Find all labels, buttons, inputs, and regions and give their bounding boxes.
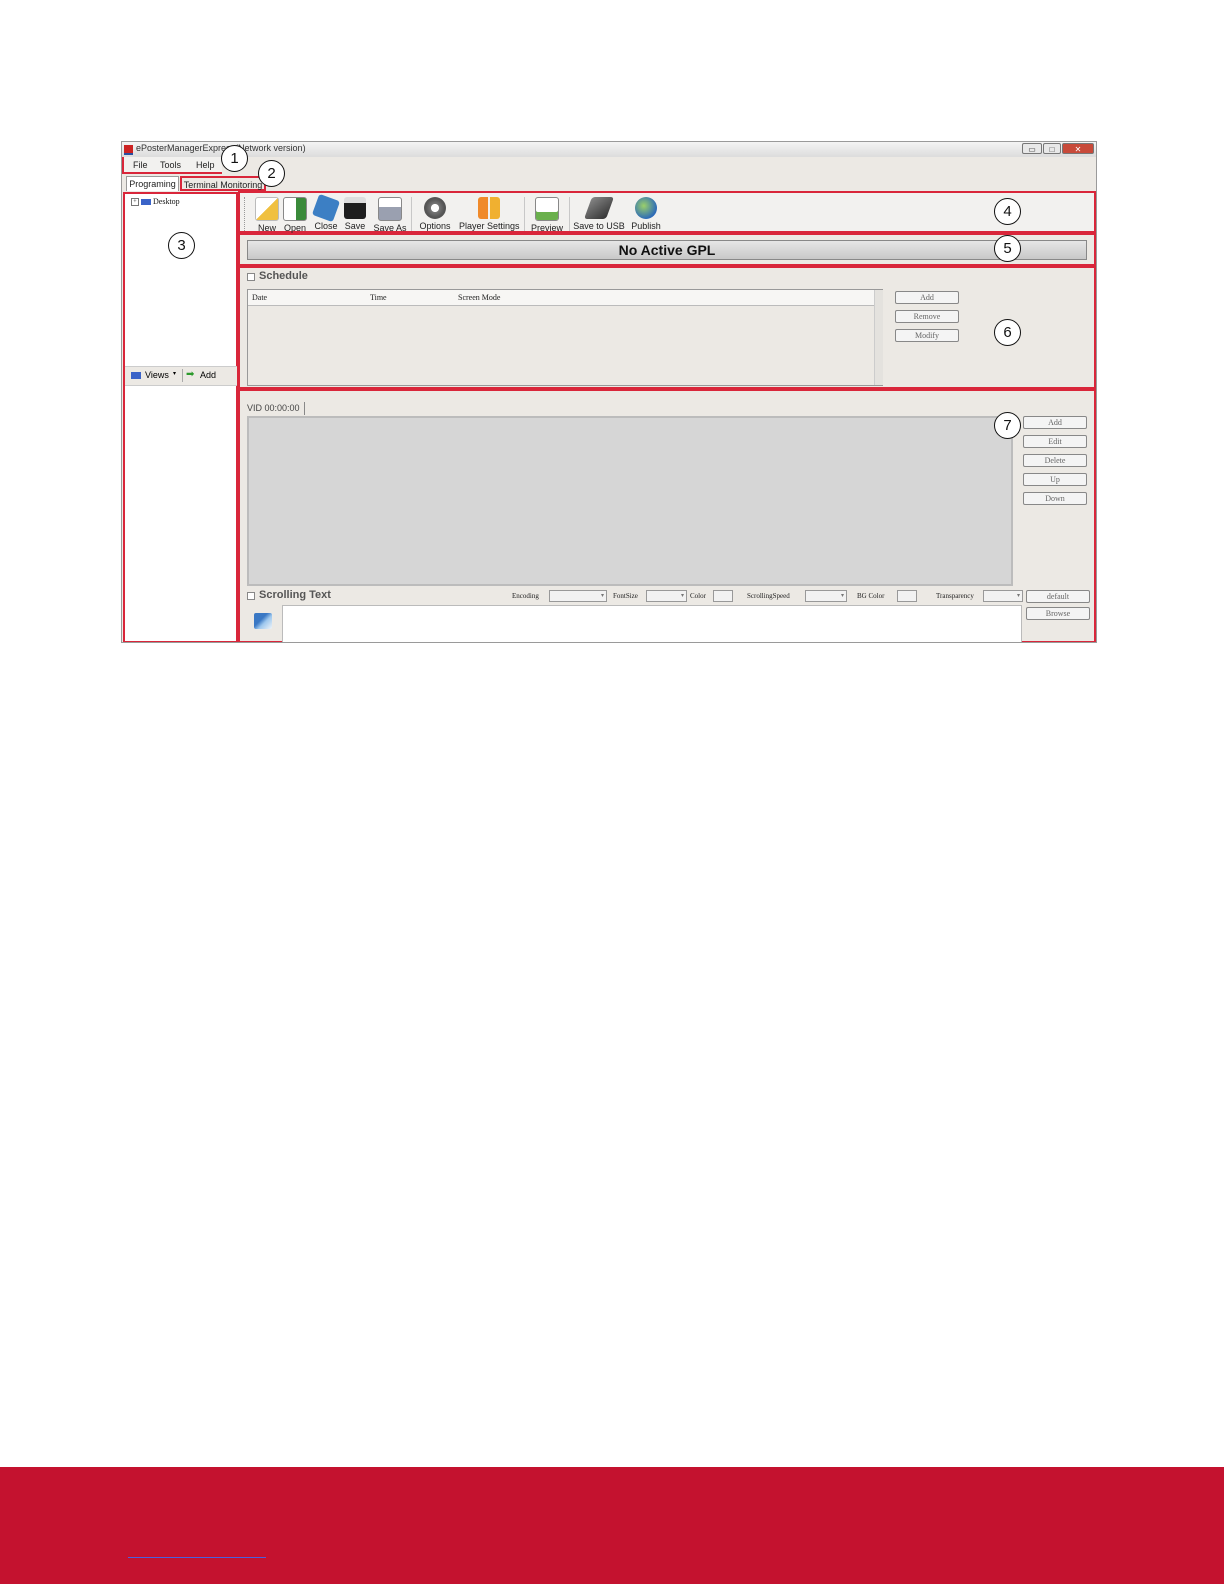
title-bar: ePosterManagerExpress(Network version) ▭…: [122, 142, 1096, 157]
schedule-table[interactable]: Date Time Screen Mode: [247, 289, 883, 386]
callout-1: 1: [221, 145, 248, 172]
menu-tools[interactable]: Tools: [160, 160, 181, 170]
callout-5: 5: [994, 235, 1021, 262]
publish-button[interactable]: Publish: [621, 195, 671, 233]
options-label: Options: [419, 221, 451, 231]
views-separator: [182, 369, 183, 382]
bg-color-label: BG Color: [857, 592, 885, 600]
minimize-button[interactable]: ▭: [1022, 143, 1042, 154]
publish-label: Publish: [631, 221, 661, 231]
tree-expand-toggle[interactable]: +: [131, 198, 139, 207]
content-up-button[interactable]: Up: [1023, 473, 1087, 486]
add-arrow-icon: ➡: [186, 369, 195, 380]
app-window: ePosterManagerExpress(Network version) ▭…: [121, 141, 1097, 643]
callout-2: 2: [258, 160, 285, 187]
fontsize-label: FontSize: [613, 592, 638, 600]
desktop-icon: [141, 199, 151, 206]
color-picker[interactable]: [713, 590, 733, 602]
left-panel: + Desktop Views ▾ ➡ Add: [123, 192, 238, 642]
fontsize-select[interactable]: ▾: [646, 590, 687, 602]
schedule-scrollbar[interactable]: [874, 290, 883, 385]
gpl-status-section: No Active GPL: [238, 233, 1096, 266]
add-view-button[interactable]: Add: [200, 370, 216, 380]
views-bar: Views ▾ ➡ Add: [125, 366, 237, 386]
gpl-status-bar: No Active GPL: [247, 240, 1087, 260]
save-to-usb-label: Save to USB: [573, 221, 625, 231]
tab-vid[interactable]: VID 00:00:00: [247, 402, 305, 415]
player-settings-label: Player Settings: [459, 221, 520, 231]
options-button[interactable]: Options: [410, 195, 460, 233]
chevron-down-icon: ▾: [173, 371, 177, 377]
transparency-select[interactable]: ▾: [983, 590, 1023, 602]
content-add-button[interactable]: Add: [1023, 416, 1087, 429]
save-as-icon: [378, 197, 402, 221]
menu-help[interactable]: Help: [196, 160, 215, 170]
schedule-modify-button[interactable]: Modify: [895, 329, 959, 342]
tab-programing[interactable]: Programing: [126, 176, 179, 191]
default-button[interactable]: default: [1026, 590, 1090, 603]
callout-6: 6: [994, 319, 1021, 346]
preview-button[interactable]: Preview: [522, 195, 572, 233]
transparency-label: Transparency: [936, 592, 974, 600]
bg-color-picker[interactable]: [897, 590, 917, 602]
views-dropdown[interactable]: Views: [145, 370, 169, 380]
schedule-checkbox[interactable]: [247, 273, 255, 281]
column-header-time[interactable]: Time: [370, 293, 387, 302]
tab-terminal-monitoring[interactable]: Terminal Monitoring: [180, 176, 266, 191]
scrolling-text-input[interactable]: [282, 605, 1022, 642]
schedule-label: Schedule: [259, 270, 308, 282]
text-style-icon[interactable]: [254, 613, 272, 629]
browse-button[interactable]: Browse: [1026, 607, 1090, 620]
scrolling-text-label: Scrolling Text: [259, 589, 331, 601]
footer-link-underline: [128, 1557, 266, 1558]
save-to-usb-button[interactable]: Save to USB: [571, 195, 627, 233]
maximize-button[interactable]: □: [1043, 143, 1061, 154]
callout-7: 7: [994, 412, 1021, 439]
callout-4: 4: [994, 198, 1021, 225]
player-settings-button[interactable]: Player Settings: [459, 195, 520, 233]
column-header-screen-mode[interactable]: Screen Mode: [458, 293, 500, 302]
scrolling-speed-select[interactable]: ▾: [805, 590, 847, 602]
scrolling-text-checkbox[interactable]: [247, 592, 255, 600]
globe-icon: [635, 197, 657, 219]
video-playlist-area[interactable]: [247, 416, 1013, 586]
scrolling-speed-label: ScrollingSpeed: [747, 592, 790, 600]
encoding-select[interactable]: ▾: [549, 590, 607, 602]
content-section: VID 00:00:00 Add Edit Delete Up Down Scr…: [238, 389, 1096, 642]
save-as-label: Save As: [373, 223, 407, 233]
content-edit-button[interactable]: Edit: [1023, 435, 1087, 448]
page-footer-band: [0, 1467, 1224, 1584]
callout-3: 3: [168, 232, 195, 259]
views-icon: [131, 372, 141, 379]
usb-icon: [583, 197, 615, 219]
gear-icon: [424, 197, 446, 219]
content-down-button[interactable]: Down: [1023, 492, 1087, 505]
tree-item-desktop[interactable]: Desktop: [153, 197, 180, 206]
save-as-button[interactable]: Save As: [365, 195, 415, 233]
color-label: Color: [690, 592, 706, 600]
schedule-section: Schedule Date Time Screen Mode Add Remov…: [238, 266, 1096, 389]
schedule-table-header: [248, 290, 874, 306]
menu-file[interactable]: File: [133, 160, 148, 170]
toolbar-separator: [569, 197, 570, 231]
save-icon: [344, 197, 366, 219]
schedule-remove-button[interactable]: Remove: [895, 310, 959, 323]
preview-icon: [535, 197, 559, 221]
player-settings-icon: [478, 197, 500, 219]
encoding-label: Encoding: [512, 592, 539, 600]
schedule-add-button[interactable]: Add: [895, 291, 959, 304]
app-icon: [124, 145, 133, 155]
toolbar: New Open Close Save Save As Options Play…: [238, 191, 1096, 233]
window-title: ePosterManagerExpress(Network version): [136, 143, 306, 153]
preview-label: Preview: [530, 223, 563, 233]
close-window-button[interactable]: ✕: [1062, 143, 1094, 154]
column-header-date[interactable]: Date: [252, 293, 267, 302]
content-delete-button[interactable]: Delete: [1023, 454, 1087, 467]
tree-view: + Desktop: [131, 197, 180, 207]
